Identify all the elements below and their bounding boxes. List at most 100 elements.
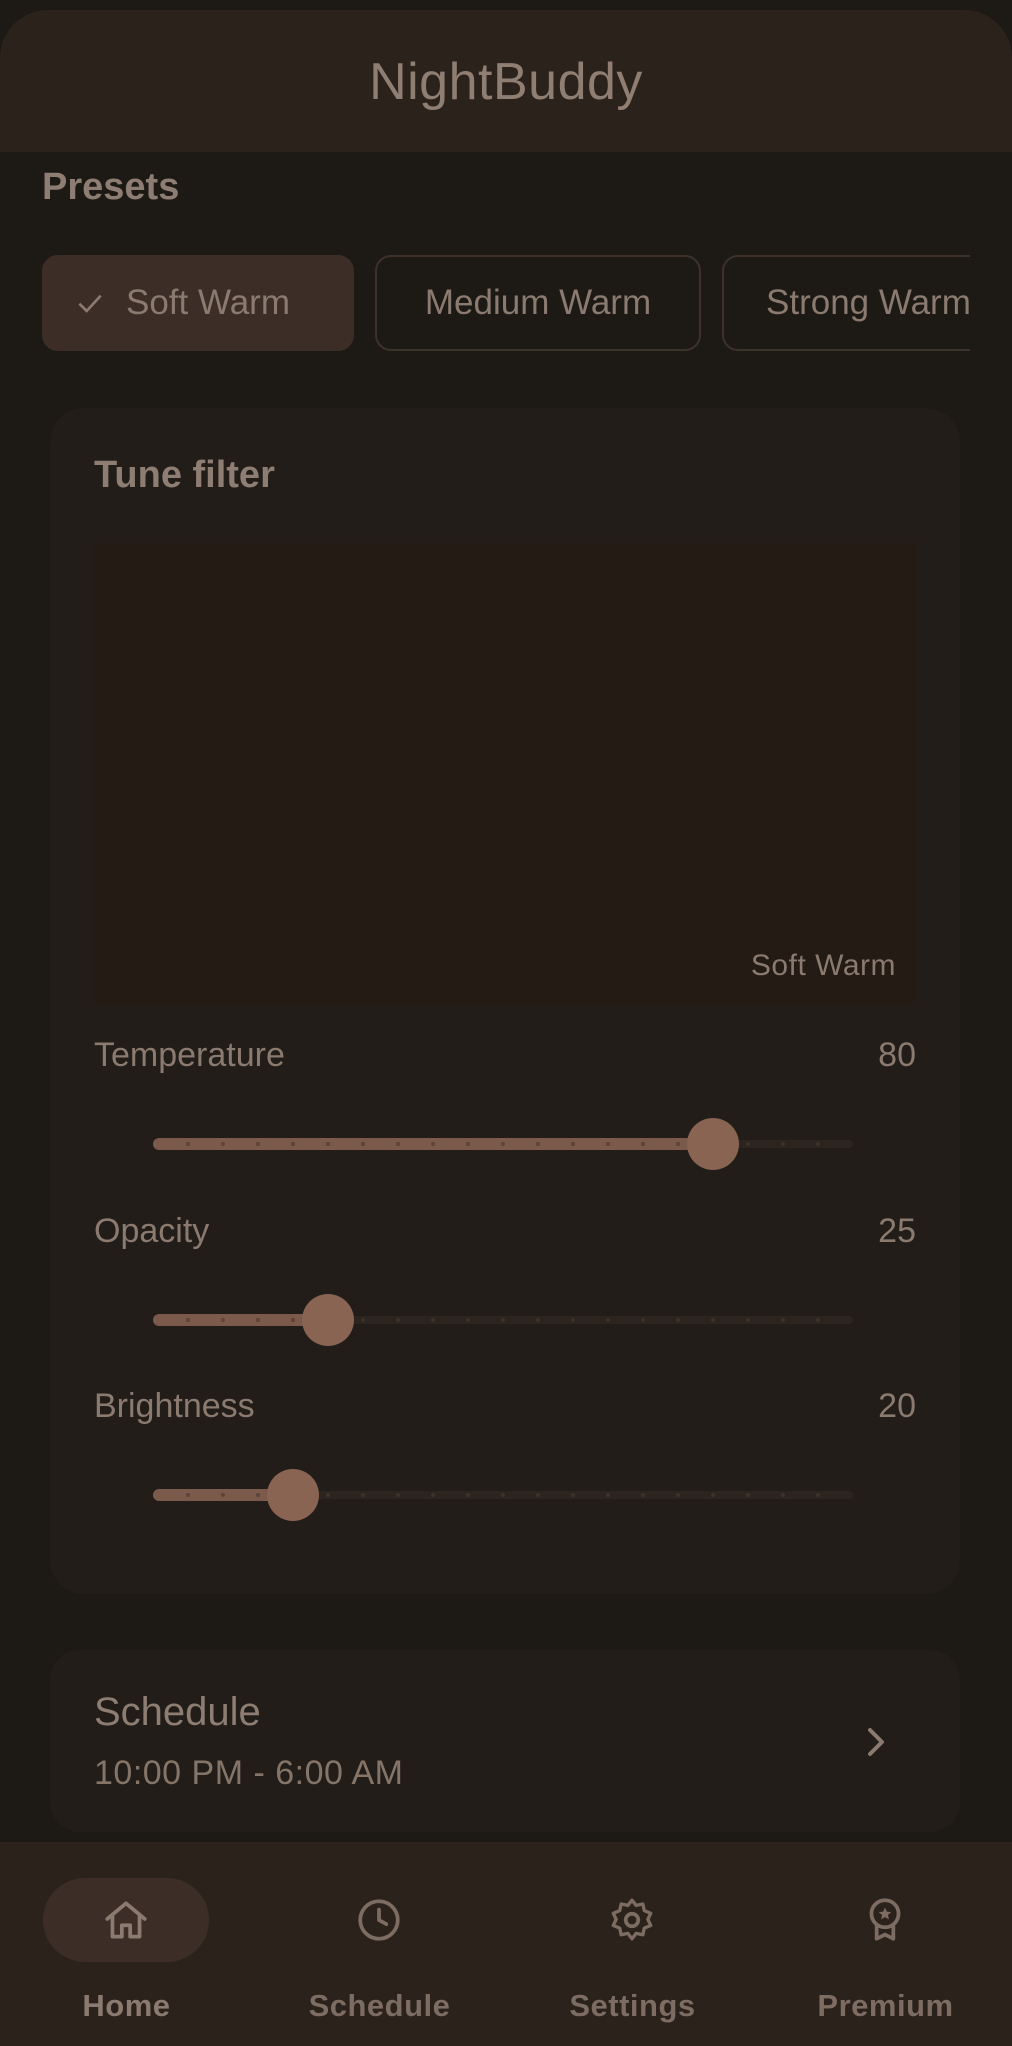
slider-tick (361, 1318, 365, 1322)
slider-tick (501, 1318, 505, 1322)
temperature-value: 80 (878, 1036, 916, 1074)
chevron-right-icon (858, 1722, 894, 1762)
slider-tick (431, 1318, 435, 1322)
slider-tick (466, 1318, 470, 1322)
slider-tick (431, 1142, 435, 1146)
clock-icon (354, 1895, 404, 1945)
slider-tick (606, 1318, 610, 1322)
nav-label: Schedule (308, 1988, 451, 2023)
app-bar: NightBuddy (0, 10, 1012, 152)
temperature-slider[interactable] (153, 1114, 853, 1174)
slider-tick (291, 1142, 295, 1146)
slider-tick (501, 1142, 505, 1146)
slider-tick (186, 1493, 190, 1497)
slider-tick (781, 1318, 785, 1322)
preset-chip-strong-warm[interactable]: Strong Warm (722, 255, 970, 351)
opacity-label: Opacity (94, 1212, 210, 1250)
slider-tick (781, 1142, 785, 1146)
slider-tick (186, 1142, 190, 1146)
slider-tick (676, 1493, 680, 1497)
preset-chip-label: Medium Warm (424, 283, 652, 322)
bottom-navigation: Home Schedule Settings Premium (0, 1842, 1012, 2046)
slider-tick (641, 1318, 645, 1322)
brightness-label: Brightness (94, 1387, 255, 1425)
slider-tick (431, 1493, 435, 1497)
slider-tick (711, 1318, 715, 1322)
slider-tick (816, 1318, 820, 1322)
slider-thumb[interactable] (267, 1469, 319, 1521)
nav-label: Settings (569, 1988, 696, 2023)
opacity-value: 25 (878, 1212, 916, 1250)
slider-tick (641, 1142, 645, 1146)
slider-tick (256, 1142, 260, 1146)
brightness-value: 20 (878, 1387, 916, 1425)
app-screen: NightBuddy Presets Soft Warm Medium Warm… (0, 0, 1012, 2046)
slider-tick (466, 1142, 470, 1146)
slider-tick (501, 1493, 505, 1497)
slider-tick (676, 1142, 680, 1146)
preset-chip-label: Strong Warm (766, 283, 970, 322)
award-icon (860, 1895, 910, 1945)
schedule-time-range: 10:00 PM - 6:00 AM (94, 1754, 404, 1792)
slider-ticks (153, 1465, 853, 1525)
slider-tick (221, 1318, 225, 1322)
slider-tick (571, 1318, 575, 1322)
schedule-title: Schedule (94, 1690, 261, 1734)
slider-tick (816, 1142, 820, 1146)
slider-tick (291, 1318, 295, 1322)
slider-tick (326, 1142, 330, 1146)
preview-preset-label: Soft Warm (750, 949, 896, 982)
app-title: NightBuddy (369, 53, 643, 111)
slider-tick (746, 1493, 750, 1497)
schedule-card[interactable]: Schedule 10:00 PM - 6:00 AM (50, 1650, 960, 1832)
nav-item-settings[interactable]: Settings (506, 1842, 759, 2046)
slider-tick (816, 1493, 820, 1497)
slider-tick (676, 1318, 680, 1322)
slider-tick (746, 1142, 750, 1146)
slider-tick (221, 1493, 225, 1497)
slider-tick (536, 1493, 540, 1497)
nav-item-home[interactable]: Home (0, 1842, 253, 2046)
check-icon (74, 287, 106, 319)
slider-tick (571, 1142, 575, 1146)
slider-tick (256, 1493, 260, 1497)
slider-tick (361, 1142, 365, 1146)
nav-item-premium[interactable]: Premium (759, 1842, 1012, 2046)
slider-tick (326, 1493, 330, 1497)
presets-heading: Presets (42, 166, 180, 208)
preset-chip-list[interactable]: Soft Warm Medium Warm Strong Warm (42, 255, 970, 353)
slider-tick (396, 1142, 400, 1146)
temperature-label: Temperature (94, 1036, 285, 1074)
slider-tick (536, 1142, 540, 1146)
brightness-slider[interactable] (153, 1465, 853, 1525)
slider-tick (571, 1493, 575, 1497)
slider-tick (221, 1142, 225, 1146)
nav-label: Premium (817, 1988, 954, 2023)
slider-tick (361, 1493, 365, 1497)
home-icon (101, 1895, 151, 1945)
slider-tick (396, 1493, 400, 1497)
slider-tick (256, 1318, 260, 1322)
slider-tick (606, 1493, 610, 1497)
slider-tick (781, 1493, 785, 1497)
slider-tick (746, 1318, 750, 1322)
tune-filter-card: Tune filter Soft Warm Temperature 80 Opa… (50, 408, 960, 1594)
preset-chip-soft-warm[interactable]: Soft Warm (42, 255, 354, 351)
slider-tick (466, 1493, 470, 1497)
slider-ticks (153, 1290, 853, 1350)
filter-preview: Soft Warm (94, 543, 916, 1005)
slider-tick (606, 1142, 610, 1146)
slider-tick (641, 1493, 645, 1497)
slider-thumb[interactable] (302, 1294, 354, 1346)
slider-tick (396, 1318, 400, 1322)
nav-label: Home (82, 1988, 171, 2023)
preset-chip-label: Soft Warm (126, 283, 290, 322)
nav-item-schedule[interactable]: Schedule (253, 1842, 506, 2046)
opacity-slider[interactable] (153, 1290, 853, 1350)
preset-chip-medium-warm[interactable]: Medium Warm (375, 255, 701, 351)
slider-ticks (153, 1114, 853, 1174)
tune-filter-title: Tune filter (94, 454, 275, 496)
slider-tick (536, 1318, 540, 1322)
slider-thumb[interactable] (687, 1118, 739, 1170)
gear-icon (607, 1895, 657, 1945)
